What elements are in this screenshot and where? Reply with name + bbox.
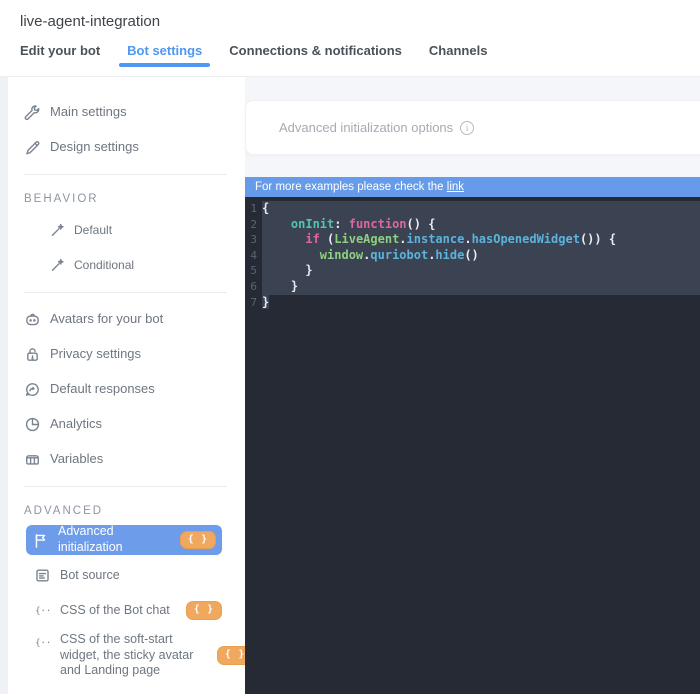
sidebar-divider (24, 174, 227, 175)
sidebar-item-label: Avatars for your bot (50, 311, 164, 327)
sidebar-item-design-settings[interactable]: Design settings (24, 130, 222, 165)
svg-text:{··}: {··} (35, 639, 51, 649)
main-panel: Advanced initialization options i For mo… (245, 77, 700, 694)
wrench-icon (24, 104, 41, 121)
code-text: { (262, 201, 700, 217)
sidebar-item-bot-source[interactable]: Bot source (34, 558, 222, 593)
sidebar-item-label: CSS of the soft-start widget, the sticky… (60, 632, 194, 678)
sidebar-item-css-of-the-soft-start-widget-the-sticky-[interactable]: {··} CSS of the soft-start widget, the st… (34, 628, 245, 683)
chat-reply-icon (24, 381, 41, 398)
code-editor[interactable]: 1{2 onInit: function() {3 if (LiveAgent.… (245, 197, 700, 694)
line-number: 6 (250, 279, 257, 293)
sidebar-item-label: Analytics (50, 416, 103, 432)
active-tab-underline (119, 63, 211, 67)
code-text: if (LiveAgent.instance.hasOpenedWidget()… (262, 232, 700, 248)
code-line[interactable]: 7} (245, 294, 700, 311)
code-line[interactable]: 2 onInit: function() { (245, 216, 700, 233)
sidebar-item-label: Bot source (60, 567, 120, 582)
lock-icon (24, 346, 41, 363)
sidebar-section-behavior: BEHAVIOR (24, 193, 99, 205)
code-badge: { } (217, 646, 245, 665)
sidebar-item-label: Privacy settings (50, 346, 142, 362)
advanced-options-card: Advanced initialization options i (245, 100, 700, 155)
tab-label: Edit your bot (20, 43, 101, 58)
svg-text:{··}: {··} (35, 607, 51, 617)
tab-channels[interactable]: Channels (429, 43, 488, 67)
line-number: 1 (250, 202, 257, 215)
line-number: 2 (250, 217, 257, 231)
robot-icon (24, 311, 41, 328)
sidebar-item-label: Main settings (50, 104, 127, 120)
info-icon[interactable]: i (460, 120, 475, 135)
sidebar-divider (24, 292, 227, 293)
sidebar-section-advanced: ADVANCED (24, 505, 104, 517)
sidebar-item-analytics[interactable]: Analytics (24, 407, 222, 442)
css-icon: {··} (34, 634, 51, 651)
code-line[interactable]: 4 window.quriobot.hide() (245, 247, 700, 264)
code-text: } (262, 278, 700, 295)
wand-icon (48, 222, 65, 239)
tab-label: Channels (428, 43, 488, 58)
banner-text: For more examples please check the (255, 181, 447, 193)
sidebar-item-main-settings[interactable]: Main settings (24, 95, 222, 130)
sidebar-item-default[interactable]: Default (48, 213, 222, 248)
sidebar-item-label: Variables (50, 451, 104, 467)
code-text: } (262, 294, 270, 309)
line-number: 5 (250, 264, 257, 278)
code-text: onInit: function() { (262, 216, 700, 233)
examples-banner: For more examples please check the link (245, 177, 700, 197)
body-row: Main settings Design settings BEHAVIOR Defa… (0, 77, 700, 694)
page-header: live-agent-integration Edit your bot Bot … (0, 0, 700, 77)
line-number: 3 (250, 233, 257, 247)
code-text: window.quriobot.hide() (262, 247, 700, 264)
app-window: live-agent-integration Edit your bot Bot … (0, 0, 700, 694)
sidebar-item-label: Advanced initialization (58, 524, 123, 554)
code-line[interactable]: 5 } (245, 263, 700, 279)
code-line[interactable]: 1{ (245, 201, 700, 217)
code-line[interactable]: 6 } (245, 278, 700, 295)
line-number: 7 (250, 295, 257, 309)
code-badge: { } (179, 530, 216, 550)
examples-link[interactable]: link (447, 181, 464, 193)
page-title: live-agent-integration (20, 13, 161, 30)
sidebar-item-label: CSS of the Bot chat (60, 602, 170, 617)
tab-bar: Edit your bot Bot settings Connections & n… (0, 43, 700, 67)
flag-icon (32, 532, 49, 549)
wand-icon (48, 257, 65, 274)
tab-label: Bot settings (127, 43, 203, 58)
sidebar-item-label: Default responses (50, 381, 155, 397)
line-number: 4 (250, 248, 257, 262)
settings-sidebar: Main settings Design settings BEHAVIOR Defa… (8, 77, 245, 694)
pie-chart-icon (24, 416, 41, 433)
code-line[interactable]: 3 if (LiveAgent.instance.hasOpenedWidget… (245, 232, 700, 248)
bricks-icon (24, 451, 41, 468)
css-icon: {··} (34, 602, 51, 619)
sidebar-item-conditional[interactable]: Conditional (48, 248, 222, 283)
sidebar-item-default-responses[interactable]: Default responses (24, 372, 222, 407)
code-text: } (262, 263, 700, 279)
tab-connections-notifications[interactable]: Connections & notifications (229, 43, 402, 67)
code-badge: { } (185, 601, 222, 620)
tab-bot-settings[interactable]: Bot settings (119, 43, 211, 67)
left-edge-strip (0, 77, 8, 694)
brush-icon (24, 139, 41, 156)
tab-label: Connections & notifications (229, 43, 402, 58)
sidebar-item-privacy-settings[interactable]: Privacy settings (24, 337, 222, 372)
sidebar-divider (24, 486, 227, 487)
sidebar-item-label: Design settings (50, 139, 139, 155)
sidebar-item-avatars-for-your-bot[interactable]: Avatars for your bot (24, 302, 222, 337)
sidebar-item-label: Default (74, 223, 113, 237)
sidebar-item-label: Conditional (74, 258, 135, 272)
sidebar-item-advanced-initialization[interactable]: Advanced initialization { } (26, 524, 222, 555)
tab-edit-your-bot[interactable]: Edit your bot (20, 43, 100, 67)
source-icon (34, 567, 51, 584)
sidebar-item-variables[interactable]: Variables (24, 442, 222, 477)
card-title: Advanced initialization options (279, 120, 454, 135)
sidebar-item-css-of-the-bot-chat[interactable]: {··} CSS of the Bot chat { } (34, 593, 222, 628)
